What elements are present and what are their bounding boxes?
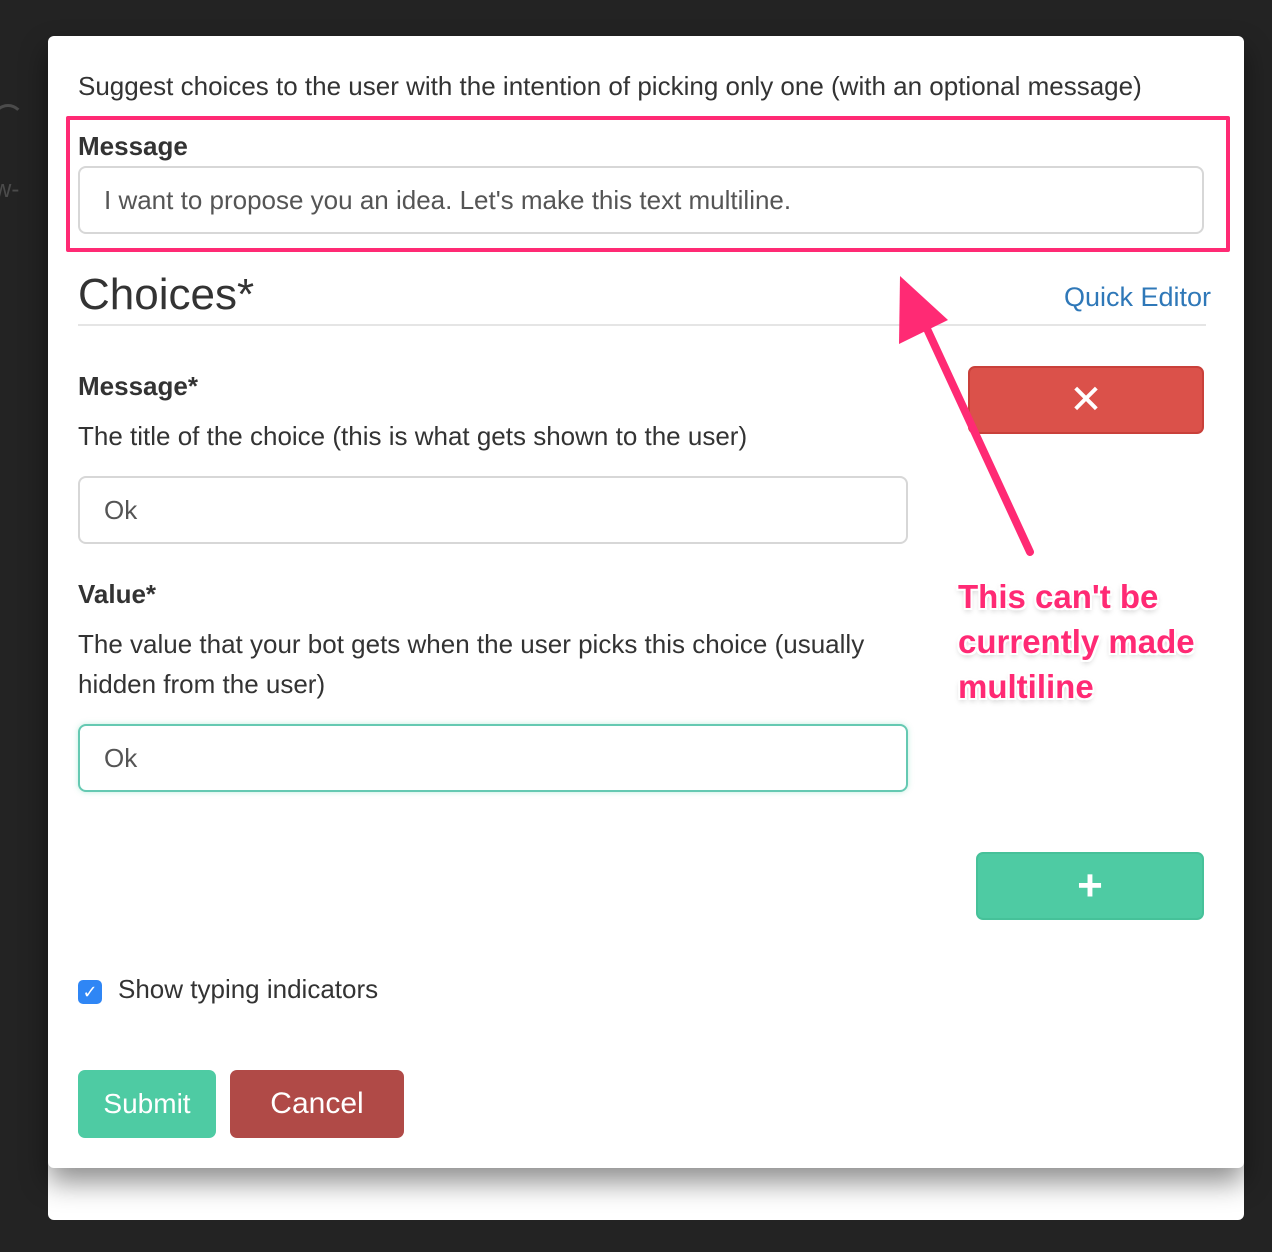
submit-button[interactable]: Submit xyxy=(78,1070,216,1138)
remove-choice-button[interactable]: ✕ xyxy=(968,366,1204,434)
choices-divider xyxy=(78,324,1206,326)
checkmark-icon: ✓ xyxy=(82,981,98,1002)
choices-title: Choices* xyxy=(78,270,255,319)
choice-value-input[interactable]: Ok xyxy=(78,724,908,792)
message-label: Message xyxy=(78,131,188,161)
annotation-text: This can't be currently made multiline xyxy=(958,578,1195,705)
quick-editor-link[interactable]: Quick Editor xyxy=(1064,282,1211,313)
value-help: The value that your bot gets when the us… xyxy=(78,629,865,699)
cancel-button[interactable]: Cancel xyxy=(230,1070,404,1138)
choice-message-help: The title of the choice (this is what ge… xyxy=(78,421,748,451)
choice-message-input[interactable]: Ok xyxy=(78,476,908,544)
close-icon: ✕ xyxy=(1069,378,1103,422)
add-choice-button[interactable]: + xyxy=(976,852,1204,920)
background-loader-icon xyxy=(0,104,24,136)
plus-icon: + xyxy=(1077,861,1103,910)
message-input[interactable]: I want to propose you an idea. Let's mak… xyxy=(78,166,1204,234)
modal-description: Suggest choices to the user with the int… xyxy=(78,71,1142,101)
value-label: Value* xyxy=(78,579,157,609)
show-typing-label[interactable]: Show typing indicators xyxy=(118,972,378,1006)
show-typing-checkbox[interactable]: ✓ xyxy=(78,980,102,1004)
background-fragment-text: w- xyxy=(0,176,20,203)
choice-message-label: Message* xyxy=(78,371,198,401)
